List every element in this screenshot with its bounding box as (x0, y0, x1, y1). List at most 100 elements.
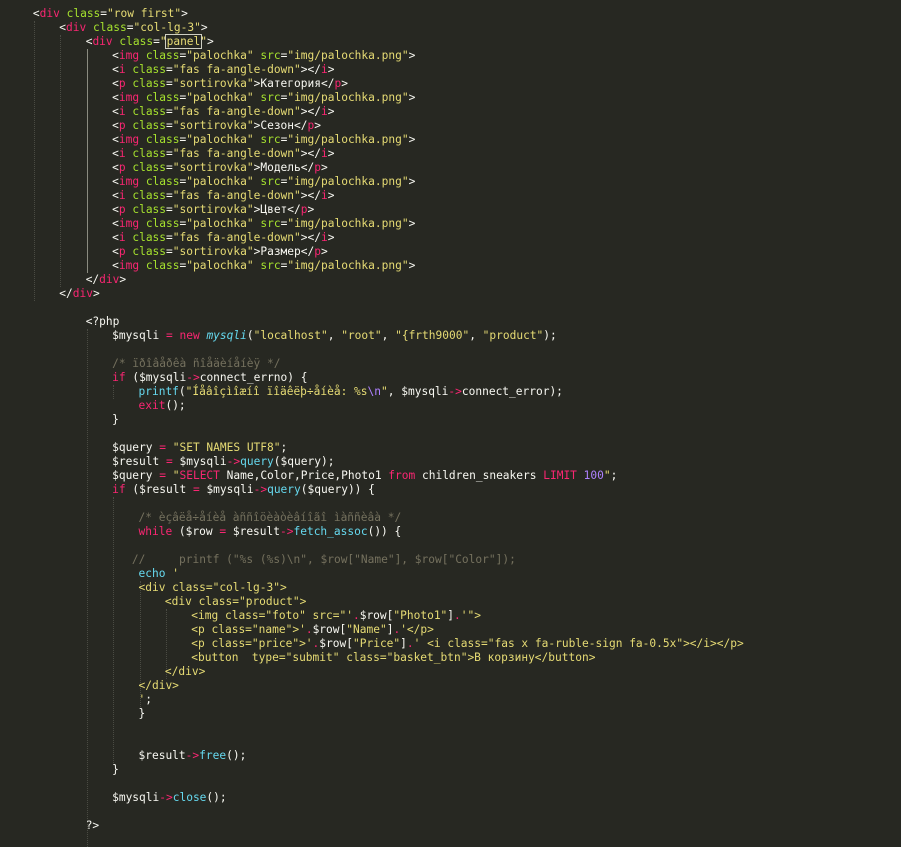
code-token: = (166, 119, 173, 132)
code-token: \n (367, 385, 382, 398)
code-token: $mysqli (139, 371, 187, 384)
code-token: img (118, 217, 140, 230)
code-token: class (132, 245, 167, 258)
code-token: LIMIT (543, 469, 577, 482)
code-token: div (66, 21, 87, 34)
code-token: "sortirovka" (172, 77, 254, 90)
code-token: "palochka" (186, 91, 254, 104)
code-token: < (112, 217, 119, 230)
code-token: > (320, 245, 328, 258)
code-token: $row (312, 623, 340, 636)
code-token: div (99, 273, 120, 286)
code-token: connect_error); (461, 385, 563, 398)
code-token: > (200, 21, 208, 34)
code-token: $result (232, 525, 280, 538)
code-token: . (406, 637, 414, 650)
code-token: ( (300, 483, 308, 496)
code-line: <?php (0, 315, 901, 329)
code-token: > (327, 147, 335, 160)
code-token: echo (138, 567, 166, 580)
code-token: src (260, 259, 281, 272)
code-token: if (112, 483, 126, 496)
code-line: <p class="sortirovka">Сезон</p> (0, 119, 901, 133)
code-line: <img class="foto" src="'.$row["Photo1"].… (0, 609, 901, 623)
code-token: $row (319, 637, 347, 650)
code-line: <p class="sortirovka">Цвет</p> (0, 203, 901, 217)
code-editor[interactable]: <div class="row first"> <div class="col-l… (0, 0, 901, 847)
code-token: "sortirovka" (172, 245, 254, 258)
code-token: ; (280, 441, 288, 454)
code-token: img (118, 175, 140, 188)
code-token: "palochka" (186, 175, 254, 188)
code-token: "fas fa-angle-down" (172, 105, 301, 118)
code-token: ( (273, 455, 281, 468)
code-line: $query = " SELECT Name,Color,Price,Photo1… (0, 469, 901, 483)
code-token: , (387, 385, 402, 398)
code-token: src (260, 91, 281, 104)
code-line: </div> (0, 665, 901, 679)
code-token: fetch_assoc (293, 525, 368, 538)
code-token: panel (164, 34, 203, 49)
code-token: > (119, 273, 127, 286)
code-token: (); (226, 749, 247, 762)
code-token: > (408, 175, 416, 188)
code-token: "sortirovka" (172, 119, 254, 132)
code-token: < (112, 189, 119, 202)
code-token: < (112, 231, 119, 244)
code-token: < (112, 105, 119, 118)
code-token: "img/palochka.png" (287, 217, 409, 230)
code-token: $mysqli (112, 329, 160, 342)
code-token: i (320, 63, 328, 76)
code-token: close (172, 791, 207, 804)
code-token: . (352, 609, 360, 622)
code-line: } (0, 707, 901, 721)
code-token: "product" (482, 329, 544, 342)
code-token: "Price" (353, 637, 401, 650)
code-token: class (145, 259, 180, 272)
code-line: </div> (0, 273, 901, 287)
code-token: $result (139, 483, 187, 496)
code-token: class (145, 91, 180, 104)
code-token: = (152, 469, 173, 482)
code-token: $row (185, 525, 213, 538)
code-token: ); (320, 455, 335, 468)
code-token: > (320, 161, 328, 174)
code-token: (); (165, 399, 186, 412)
code-token: ; (610, 469, 618, 482)
code-token: ></ (300, 147, 321, 160)
code-token: "img/palochka.png" (287, 133, 409, 146)
code-token: ] (400, 637, 407, 650)
code-token: = (212, 525, 233, 538)
code-token: < (32, 7, 40, 20)
code-line: <div class="product"> (0, 595, 901, 609)
code-token: $mysqli (206, 483, 254, 496)
code-token: p (118, 161, 126, 174)
code-token: ' (165, 567, 179, 580)
code-token: >Сезон</ (253, 119, 308, 132)
code-token: > (181, 7, 188, 20)
code-token: >Модель</ (253, 161, 315, 174)
code-line: <i class="fas fa-angle-down"></i> (0, 147, 901, 161)
code-token: } (112, 413, 119, 426)
code-token: i (320, 231, 328, 244)
code-token: '"> (460, 609, 482, 622)
code-token: "img/palochka.png" (287, 259, 409, 272)
code-token: class (66, 7, 101, 20)
code-token: = (166, 231, 173, 244)
code-token: = (186, 483, 207, 496)
code-line: </div> (0, 287, 901, 301)
code-token: i (118, 63, 126, 76)
code-token: "col-lg-3" (133, 21, 201, 34)
code-line: if ($mysqli->connect_errno) { (0, 371, 901, 385)
code-token: < (112, 49, 119, 62)
code-token: class (132, 147, 167, 160)
code-line: <i class="fas fa-angle-down"></i> (0, 63, 901, 77)
code-token: p (118, 245, 126, 258)
code-token: < (112, 175, 119, 188)
code-token: class (132, 203, 167, 216)
code-line: $query = "SET NAMES UTF8"; (0, 441, 901, 455)
code-token: > (307, 203, 315, 216)
